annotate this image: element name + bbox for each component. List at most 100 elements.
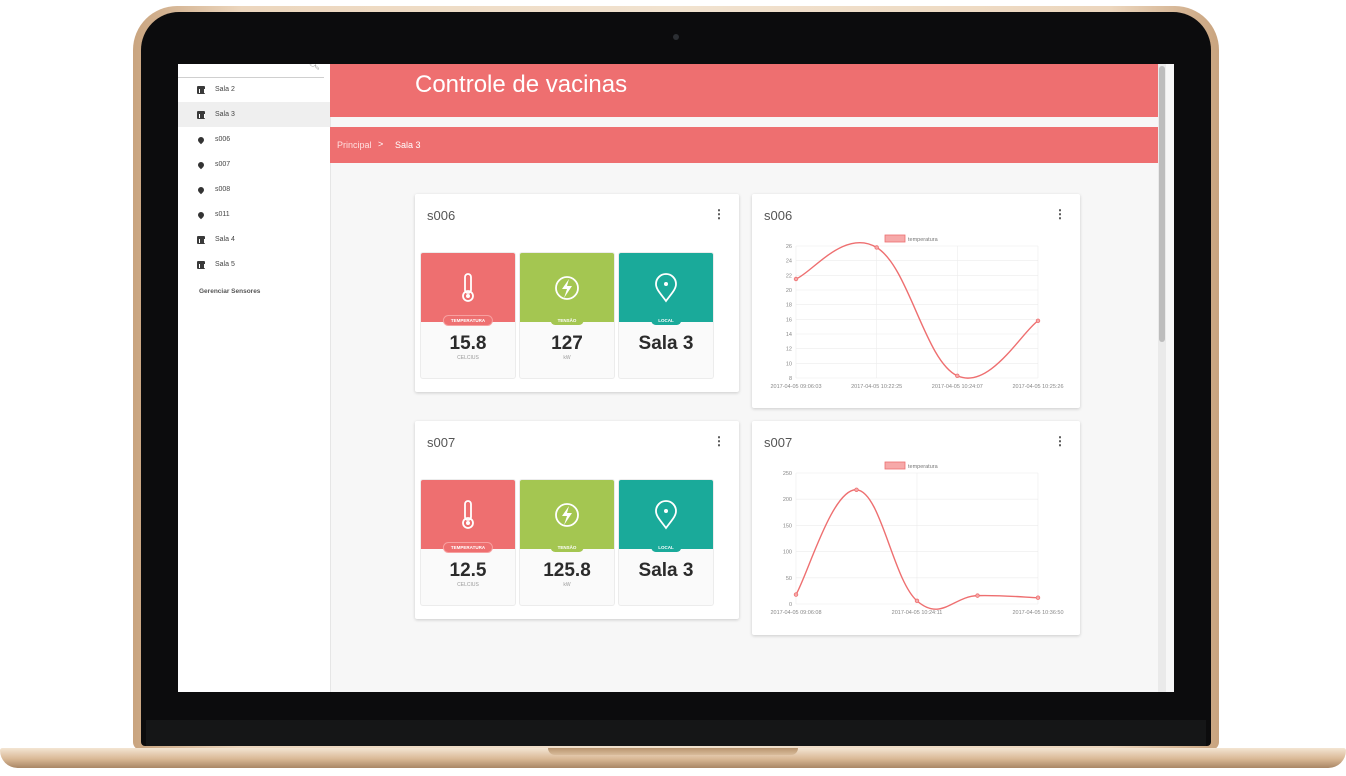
card-title: s007 [427, 435, 456, 450]
breadcrumb-root[interactable]: Principal [337, 140, 372, 150]
chart-card-s007: s007 ⋮ temperatura 0 50 100 150 200 250 2017-04… [752, 421, 1080, 635]
thermometer-icon [462, 272, 474, 302]
location-value: Sala 3 [638, 560, 694, 581]
x-tick-label: 2017-04-05 09:06:08 [770, 610, 821, 616]
temperature-tile: TEMPERATURA 15.8 CELCIUS [421, 253, 515, 378]
tile-badge: TEMPERATURA [443, 316, 493, 325]
sidebar-item-label: Sala 2 [215, 86, 235, 93]
location-value: Sala 3 [638, 333, 694, 354]
tile-badge: LOCAL [651, 316, 681, 325]
temperature-line-chart: temperatura 8 10 12 14 16 18 20 22 24 26 2017-04-05… [770, 234, 1064, 390]
data-point [975, 593, 980, 598]
sidebar-item-sala-4[interactable]: Sala 4 [178, 227, 330, 252]
sidebar: 🔍︎ Sala 2 Sala 3 s006 s007 s008 s011 Sal… [178, 64, 331, 692]
y-tick-label: 12 [786, 347, 792, 353]
tile-badge: LOCAL [651, 543, 681, 552]
x-tick-label: 2017-04-05 10:22:25 [851, 384, 902, 390]
legend-swatch [884, 461, 906, 470]
y-tick-label: 20 [786, 288, 792, 294]
temperature-value: 15.8 [449, 333, 487, 354]
breadcrumb: Principal > Sala 3 [330, 127, 1166, 163]
voltage-value: 125.8 [543, 560, 591, 581]
y-tick-label: 18 [786, 303, 792, 309]
legend-label: temperatura [908, 237, 939, 243]
sensor-card-s006: s006 ⋮ TEMPERATURA 15.8 CELCIUS TENSÃO 1… [415, 194, 739, 392]
location-pin-icon [655, 499, 677, 529]
vertical-scrollbar[interactable] [1158, 64, 1166, 692]
y-tick-label: 50 [786, 576, 792, 582]
pin-icon [196, 160, 206, 169]
chevron-right-icon: > [378, 139, 384, 149]
data-point [1035, 595, 1041, 600]
manage-sensors-link[interactable]: Gerenciar Sensores [199, 288, 260, 295]
webcam-icon [673, 34, 679, 40]
temperature-tile: TEMPERATURA 12.5 CELCIUS [421, 480, 515, 605]
chart-card-s006: s006 ⋮ temperatura 8 10 12 14 16 18 20 22 24 26 201… [752, 194, 1080, 408]
voltage-tile: TENSÃO 125.8 kW [520, 480, 614, 605]
pin-icon [196, 185, 206, 194]
y-tick-label: 200 [783, 497, 792, 503]
sidebar-item-sala-3[interactable]: Sala 3 [178, 102, 330, 127]
sidebar-item-label: s006 [215, 136, 231, 143]
sidebar-item-label: s007 [215, 161, 231, 168]
voltage-unit: kW [563, 355, 571, 361]
screen-chin [146, 720, 1206, 746]
pin-icon [196, 210, 206, 219]
breadcrumb-current: Sala 3 [395, 140, 421, 150]
app-header: Controle de vacinas [330, 64, 1166, 117]
chart-icon [197, 235, 205, 244]
page-title: Controle de vacinas [415, 71, 628, 98]
x-tick-label: 2017-04-05 10:25:26 [1012, 384, 1063, 390]
location-pin-icon [655, 272, 677, 302]
tile-badge: TENSÃO [550, 543, 584, 552]
sidebar-item-sala-2[interactable]: Sala 2 [178, 77, 330, 102]
sensor-card-s007: s007 ⋮ TEMPERATURA 12.5 CELCIUS TENSÃO 1… [415, 421, 739, 619]
chart-icon [197, 260, 205, 269]
more-vert-icon[interactable]: ⋮ [713, 208, 725, 220]
y-tick-label: 150 [783, 523, 792, 529]
data-point [854, 487, 859, 492]
sidebar-search[interactable]: 🔍︎ [178, 64, 324, 78]
data-point [914, 598, 920, 604]
card-title: s006 [427, 208, 456, 223]
voltage-value: 127 [551, 333, 583, 354]
chart-icon [197, 85, 205, 94]
sidebar-item-s007[interactable]: s007 [178, 152, 330, 177]
voltage-tile: TENSÃO 127 kW [520, 253, 614, 378]
y-tick-label: 0 [789, 602, 792, 608]
sidebar-item-s011[interactable]: s011 [178, 202, 330, 227]
tile-badge: TEMPERATURA [443, 543, 493, 552]
x-tick-label: 2017-04-05 10:24:11 [892, 610, 943, 616]
y-tick-label: 8 [789, 376, 792, 382]
legend-swatch [884, 234, 906, 243]
sidebar-item-label: Sala 4 [215, 236, 235, 243]
sidebar-item-s006[interactable]: s006 [178, 127, 330, 152]
y-tick-label: 14 [786, 332, 792, 338]
y-tick-label: 10 [786, 361, 792, 367]
legend-label: temperatura [908, 464, 939, 470]
laptop-notch [548, 748, 798, 755]
scrollbar-thumb[interactable] [1159, 66, 1165, 342]
sidebar-item-sala-5[interactable]: Sala 5 [178, 252, 330, 277]
data-point [955, 373, 960, 378]
sidebar-item-s008[interactable]: s008 [178, 177, 330, 202]
more-vert-icon[interactable]: ⋮ [713, 435, 725, 447]
y-tick-label: 100 [783, 550, 792, 556]
location-tile: LOCAL Sala 3 [619, 480, 713, 605]
y-tick-label: 24 [786, 259, 792, 265]
y-tick-label: 16 [786, 317, 792, 323]
search-icon[interactable]: 🔍︎ [309, 64, 320, 71]
x-tick-label: 2017-04-05 10:36:50 [1012, 610, 1063, 616]
sidebar-item-label: Sala 5 [215, 261, 235, 268]
series-line [795, 241, 1039, 379]
y-tick-label: 22 [786, 273, 792, 279]
sidebar-item-label: s008 [215, 186, 231, 193]
pin-icon [196, 135, 206, 144]
lightning-icon [555, 502, 579, 527]
app-screen: 🔍︎ Sala 2 Sala 3 s006 s007 s008 s011 Sal… [178, 64, 1174, 692]
main-content: Controle de vacinas Principal > Sala 3 s… [330, 64, 1166, 692]
temperature-unit: CELCIUS [457, 582, 479, 588]
temperature-value: 12.5 [449, 560, 487, 581]
temperature-unit: CELCIUS [457, 355, 479, 361]
data-point [793, 276, 799, 282]
